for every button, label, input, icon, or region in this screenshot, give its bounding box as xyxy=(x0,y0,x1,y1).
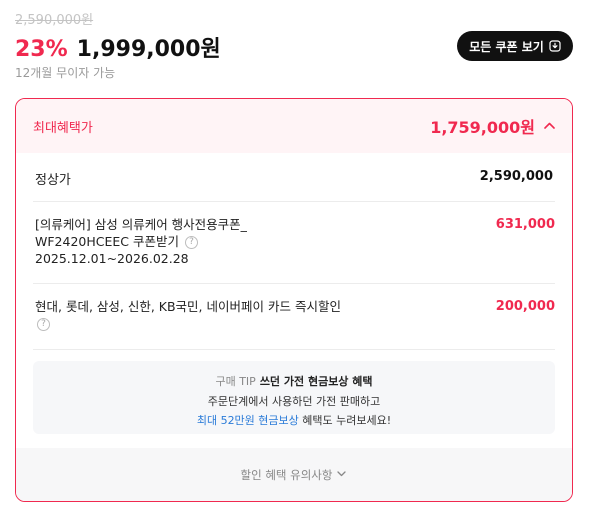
purchase-tip-box: 구매 TIP 쓰던 가전 현금보상 혜택 주문단계에서 사용하던 가전 판매하고 … xyxy=(33,361,555,434)
chevron-down-icon xyxy=(336,468,347,482)
sale-price: 1,999,000원 xyxy=(76,37,221,62)
discount-notice-toggle[interactable]: 할인 혜택 유의사항 xyxy=(16,448,572,501)
discount-notice-label: 할인 혜택 유의사항 xyxy=(240,467,333,482)
original-price: 2,590,000원 xyxy=(15,13,94,28)
tip-title: 쓰던 가전 현금보상 혜택 xyxy=(259,375,373,388)
coupon-period: 2025.12.01~2026.02.28 xyxy=(35,251,189,266)
coupon-discount-row: [의류케어] 삼성 의류케어 행사전용쿠폰_ WF2420HCEEC 쿠폰받기 … xyxy=(33,202,555,284)
cash-reward-link[interactable]: 최대 52만원 현금보상 xyxy=(197,414,299,427)
all-coupons-label: 모든 쿠폰 보기 xyxy=(469,39,544,54)
all-coupons-button[interactable]: 모든 쿠폰 보기 xyxy=(457,31,573,61)
coupon-discount-value: 631,000 xyxy=(495,217,555,232)
benefit-detail-list: 정상가 2,590,000 [의류케어] 삼성 의류케어 행사전용쿠폰_ WF2… xyxy=(33,99,555,501)
coupon-name-line2: WF2420HCEEC 쿠폰받기 ? xyxy=(35,233,305,250)
help-icon[interactable]: ? xyxy=(37,318,50,331)
benefit-panel: 최대혜택가 1,759,000원 정상가 2,590,000 [의류케어] 삼성… xyxy=(15,98,573,502)
installment-note: 12개월 무이자 가능 xyxy=(15,66,116,80)
tip-tag: 구매 TIP xyxy=(215,375,256,388)
help-icon[interactable]: ? xyxy=(184,236,198,249)
tip-benefit-line: 최대 52만원 현금보상 혜택도 누려보세요! xyxy=(33,412,555,428)
coupon-name-text[interactable]: WF2420HCEEC 쿠폰받기 xyxy=(35,234,179,249)
tip-description: 주문단계에서 사용하던 가전 판매하고 xyxy=(207,395,381,408)
download-icon xyxy=(549,40,561,52)
discount-rate: 23% xyxy=(15,37,68,62)
regular-price-label: 정상가 xyxy=(35,173,71,188)
card-discount-value: 200,000 xyxy=(495,299,555,314)
card-discount-row: 현대, 롯데, 삼성, 신한, KB국민, 네이버페이 카드 즉시할인 ? 20… xyxy=(33,284,555,350)
coupon-name-line1: [의류케어] 삼성 의류케어 행사전용쿠폰_ xyxy=(35,217,247,232)
tip-benefit-suffix: 혜택도 누려보세요! xyxy=(298,414,392,427)
card-discount-label: 현대, 롯데, 삼성, 신한, KB국민, 네이버페이 카드 즉시할인 ? xyxy=(35,298,341,332)
price-row: 23% 1,999,000원 xyxy=(15,31,221,63)
regular-price-value: 2,590,000 xyxy=(479,169,553,184)
tip-heading: 구매 TIP 쓰던 가전 현금보상 혜택 xyxy=(33,373,555,389)
regular-price-row: 정상가 2,590,000 xyxy=(33,153,555,202)
card-discount-text: 현대, 롯데, 삼성, 신한, KB국민, 네이버페이 카드 즉시할인 xyxy=(35,299,341,314)
coupon-discount-label: [의류케어] 삼성 의류케어 행사전용쿠폰_ WF2420HCEEC 쿠폰받기 … xyxy=(35,216,305,267)
